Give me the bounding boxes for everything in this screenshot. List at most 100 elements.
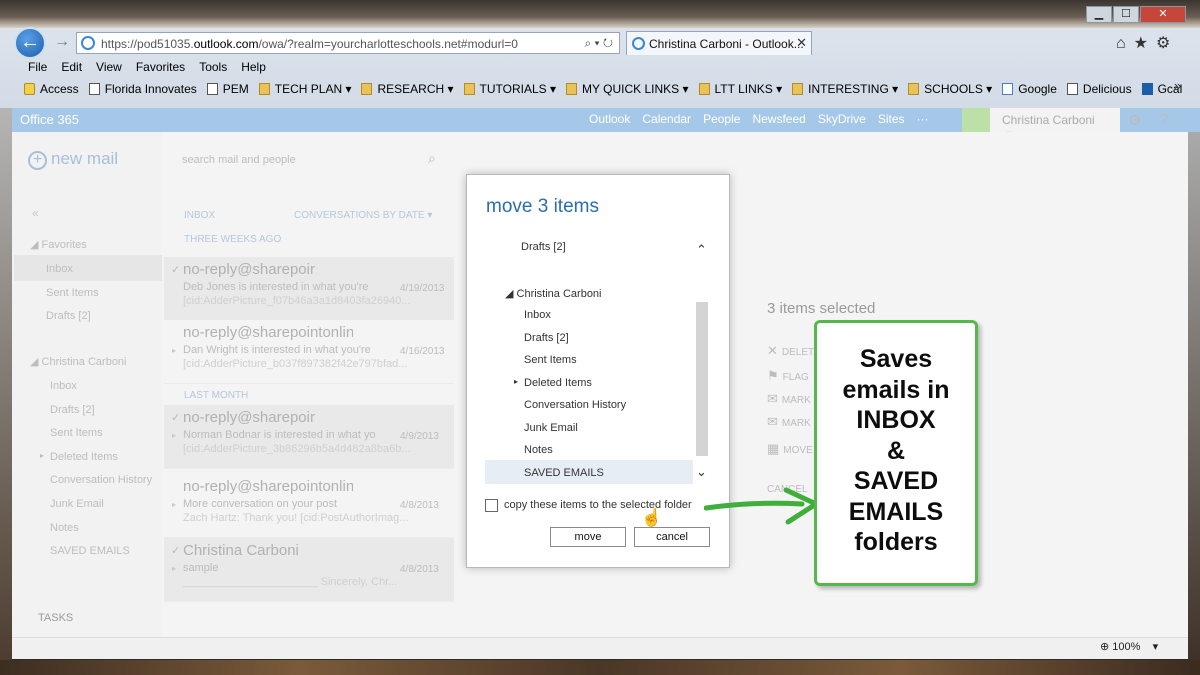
action-mark[interactable]: ✉ MARK [767, 414, 811, 430]
favorite-link[interactable]: RESEARCH ▾ [361, 82, 454, 96]
dialog-account-header[interactable]: ◢ Christina Carboni [505, 287, 602, 300]
suite-nav-item[interactable]: SkyDrive [818, 112, 866, 126]
message-row[interactable]: ✓ Christina Carboni sample ________________… [164, 538, 454, 602]
user-menu[interactable]: Christina Carboni ▾ [990, 108, 1120, 141]
account-header[interactable]: ◢ Christina Carboni [30, 355, 127, 368]
menu-view[interactable]: View [96, 60, 122, 74]
dialog-folder-item[interactable]: Notes [524, 444, 553, 456]
folder-item[interactable]: Conversation History [50, 474, 152, 486]
favorite-link[interactable]: TUTORIALS ▾ [463, 82, 556, 96]
zoom-control[interactable]: ⊕ 100% ▾ [1100, 640, 1158, 653]
favorite-link[interactable]: INTERESTING ▾ [792, 82, 898, 96]
cancel-button[interactable]: cancel [634, 527, 710, 547]
chevron-down-icon[interactable]: ⌄ [696, 464, 707, 480]
favorites-header[interactable]: ◢ Favorites [30, 238, 87, 251]
action-delete[interactable]: ✕ DELETE [767, 343, 821, 359]
copy-checkbox-label[interactable]: copy these items to the selected folder [504, 499, 692, 511]
search-input[interactable]: search mail and people [182, 154, 296, 166]
favorite-folder-item[interactable]: Sent Items [46, 287, 99, 299]
folder-item[interactable]: SAVED EMAILS [50, 545, 130, 557]
favorite-link[interactable]: LTT LINKS ▾ [698, 82, 782, 96]
message-row[interactable]: no-reply@sharepointonline. Dan Wright is … [164, 320, 454, 384]
folder-item[interactable]: Sent Items [50, 427, 103, 439]
folder-item[interactable]: Junk Email [50, 498, 104, 510]
browser-tab[interactable]: Christina Carboni - Outlook... ✕ [626, 31, 812, 55]
folder-item[interactable]: Notes [50, 522, 79, 534]
collapse-icon[interactable]: « [32, 206, 39, 220]
address-controls[interactable]: ⌕ ▾ ↻ [584, 36, 613, 51]
favorite-folder-item[interactable]: Drafts [2] [46, 310, 91, 322]
suite-nav-item[interactable]: Newsfeed [752, 112, 805, 126]
dialog-folder-item[interactable]: Junk Email [524, 422, 578, 434]
favorite-link[interactable]: Florida Innovates [88, 82, 197, 96]
expand-icon[interactable]: ▸ [514, 377, 518, 386]
move-button[interactable]: move [550, 527, 626, 547]
suite-nav-item[interactable]: People [703, 112, 740, 126]
folder-item[interactable]: Deleted Items [50, 451, 118, 463]
favorite-link[interactable]: Google [1002, 82, 1057, 96]
chevron-up-icon[interactable]: ⌃ [696, 242, 707, 258]
menu-edit[interactable]: Edit [61, 60, 82, 74]
expand-arrow-icon[interactable]: ▸ [172, 500, 176, 509]
dialog-folder-item[interactable]: SAVED EMAILS [524, 467, 604, 479]
dialog-scrollbar[interactable]: ⌃ ⌄ [694, 236, 710, 488]
favorite-link[interactable]: MY QUICK LINKS ▾ [566, 82, 689, 96]
message-preview: ______________________ Sincerely, Chr... [183, 576, 398, 588]
folder-item[interactable]: Inbox [50, 380, 77, 392]
folder-item[interactable]: Drafts [2] [50, 404, 95, 416]
back-arrow-icon[interactable]: ← [14, 27, 46, 59]
action-flag[interactable]: ⚑ FLAG [767, 368, 809, 384]
expand-arrow-icon[interactable]: ▸ [172, 346, 176, 355]
menu-favorites[interactable]: Favorites [136, 60, 185, 74]
favorite-link[interactable]: SCHOOLS ▾ [908, 82, 992, 96]
menu-help[interactable]: Help [241, 60, 266, 74]
office365-logo[interactable]: Office 365 [20, 112, 79, 127]
sort-dropdown[interactable]: CONVERSATIONS BY DATE ▾ [294, 210, 432, 221]
close-window-button[interactable]: ✕ [1140, 6, 1186, 23]
tasks-link[interactable]: TASKS [38, 612, 73, 624]
favorite-folder-item[interactable]: Inbox [46, 263, 73, 275]
new-mail-button[interactable]: + new mail [28, 149, 118, 170]
home-favorites-tools-icons[interactable]: ⌂★⚙ [1116, 33, 1178, 53]
dialog-folder-item[interactable]: Drafts [2] [524, 332, 569, 344]
suite-nav-item[interactable]: Outlook [589, 112, 630, 126]
message-row[interactable]: ✓ no-reply@sharepoir Deb Jones is interest… [164, 257, 454, 321]
suite-nav-item[interactable]: Calendar [642, 112, 691, 126]
help-icon[interactable]: ? [1160, 111, 1168, 128]
dialog-folder-item[interactable]: Deleted Items [524, 377, 592, 389]
minimize-button[interactable]: ▁ [1086, 6, 1112, 23]
suite-nav-item[interactable]: ··· [917, 112, 929, 126]
forward-arrow-icon[interactable]: → [52, 32, 72, 52]
menu-tools[interactable]: Tools [199, 60, 227, 74]
address-bar[interactable]: https://pod51035.outlook.com/owa/?realm=… [76, 32, 620, 54]
checkmark-icon[interactable]: ✓ [171, 411, 180, 424]
checkmark-icon[interactable]: ✓ [171, 263, 180, 276]
search-icon[interactable]: ⌕ [428, 150, 436, 167]
favorite-label: PEM [222, 82, 249, 96]
action-mark[interactable]: ✉ MARK [767, 391, 811, 407]
notification-tile[interactable] [962, 108, 990, 132]
expand-arrow-icon[interactable]: ▸ [172, 431, 176, 440]
favorite-link[interactable]: PEM [206, 82, 249, 96]
tab-close-icon[interactable]: ✕ [796, 35, 807, 51]
copy-checkbox[interactable] [485, 499, 498, 512]
expand-icon[interactable]: ▸ [40, 451, 44, 460]
favorite-link[interactable]: Access [24, 82, 79, 96]
favorite-link[interactable]: Delicious [1066, 82, 1132, 96]
action-move[interactable]: ▦ MOVE [767, 441, 813, 457]
maximize-button[interactable]: ☐ [1113, 6, 1139, 23]
message-row[interactable]: ✓ no-reply@sharepoir Norman Bodnar is inte… [164, 405, 454, 469]
menu-file[interactable]: File [28, 60, 47, 74]
favorite-link[interactable]: TECH PLAN ▾ [258, 82, 351, 96]
dialog-folder-item[interactable]: Sent Items [524, 354, 577, 366]
gear-icon[interactable]: ⚙ [1128, 111, 1141, 129]
suite-nav-item[interactable]: Sites [878, 112, 905, 126]
dialog-folder-item[interactable]: Conversation History [524, 399, 626, 411]
checkmark-icon[interactable]: ✓ [171, 544, 180, 557]
expand-arrow-icon[interactable]: ▸ [172, 564, 176, 573]
dialog-folder-item[interactable]: Inbox [524, 309, 551, 321]
scrollbar-thumb[interactable] [696, 302, 708, 456]
message-row[interactable]: no-reply@sharepointonline. More conversat… [164, 474, 454, 538]
dialog-folder-item[interactable]: Drafts [2] [521, 241, 566, 253]
favorites-more-icon[interactable]: » [1174, 78, 1181, 93]
